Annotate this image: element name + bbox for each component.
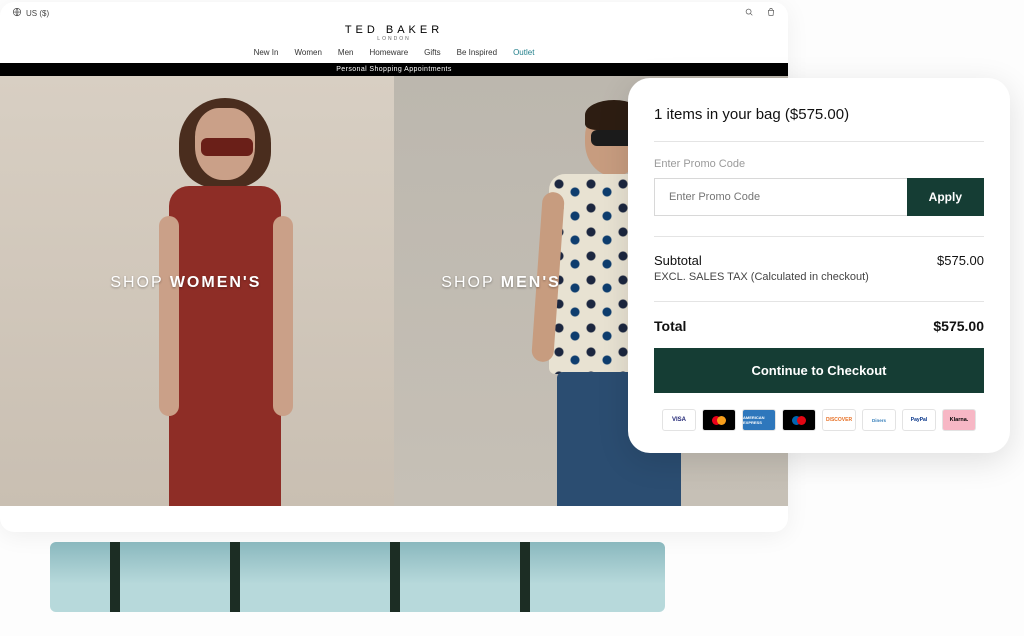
payment-maestro-icon	[782, 409, 816, 431]
nav-gifts[interactable]: Gifts	[424, 48, 440, 57]
promo-banner[interactable]: Personal Shopping Appointments	[0, 63, 788, 76]
total-value: $575.00	[933, 318, 984, 334]
total-line: Total $575.00	[654, 318, 984, 334]
nav-women[interactable]: Women	[294, 48, 321, 57]
tax-note: EXCL. SALES TAX (Calculated in checkout)	[654, 271, 984, 283]
region-label: US ($)	[26, 9, 49, 18]
promo-row: Apply	[654, 178, 984, 216]
promo-label: Enter Promo Code	[654, 158, 984, 170]
payment-amex-icon: AMERICAN EXPRESS	[742, 409, 776, 431]
divider	[654, 301, 984, 302]
payment-visa-icon: VISA	[662, 409, 696, 431]
checkout-button[interactable]: Continue to Checkout	[654, 348, 984, 393]
brand-logo[interactable]: TED BAKER LONDON	[0, 24, 788, 44]
globe-icon	[12, 7, 22, 19]
cart-summary-card: 1 items in your bag ($575.00) Enter Prom…	[628, 78, 1010, 453]
nav-outlet[interactable]: Outlet	[513, 48, 534, 57]
region-selector[interactable]: US ($)	[12, 7, 49, 19]
top-bar: US ($)	[0, 2, 788, 24]
nav-homeware[interactable]: Homeware	[369, 48, 408, 57]
search-icon[interactable]	[744, 7, 754, 19]
subtotal-value: $575.00	[937, 253, 984, 268]
nav-men[interactable]: Men	[338, 48, 354, 57]
divider	[654, 141, 984, 142]
payment-paypal-icon: PayPal	[902, 409, 936, 431]
payment-klarna-icon: Klarna.	[942, 409, 976, 431]
subtotal-line: Subtotal $575.00	[654, 253, 984, 268]
total-label: Total	[654, 318, 686, 334]
subtotal-label: Subtotal	[654, 253, 702, 268]
brand-name: TED BAKER	[0, 24, 788, 36]
secondary-hero-strip	[50, 542, 665, 612]
nav-new-in[interactable]: New In	[254, 48, 279, 57]
payment-methods: VISA AMERICAN EXPRESS DISCOVER Diners Pa…	[654, 409, 984, 431]
payment-mastercard-icon	[702, 409, 736, 431]
hero-women-cta: SHOP WOMEN'S	[110, 274, 261, 292]
apply-button[interactable]: Apply	[907, 178, 984, 216]
primary-nav: New In Women Men Homeware Gifts Be Inspi…	[0, 44, 788, 63]
payment-discover-icon: DISCOVER	[822, 409, 856, 431]
cart-title: 1 items in your bag ($575.00)	[654, 106, 984, 123]
hero-men-cta: SHOP MEN'S	[441, 274, 561, 292]
divider	[654, 236, 984, 237]
hero-women[interactable]: SHOP WOMEN'S	[0, 76, 394, 506]
payment-diners-icon: Diners	[862, 409, 896, 431]
promo-input[interactable]	[654, 178, 907, 216]
brand-subtitle: LONDON	[0, 36, 788, 42]
nav-inspired[interactable]: Be Inspired	[457, 48, 497, 57]
bag-icon[interactable]	[766, 7, 776, 19]
